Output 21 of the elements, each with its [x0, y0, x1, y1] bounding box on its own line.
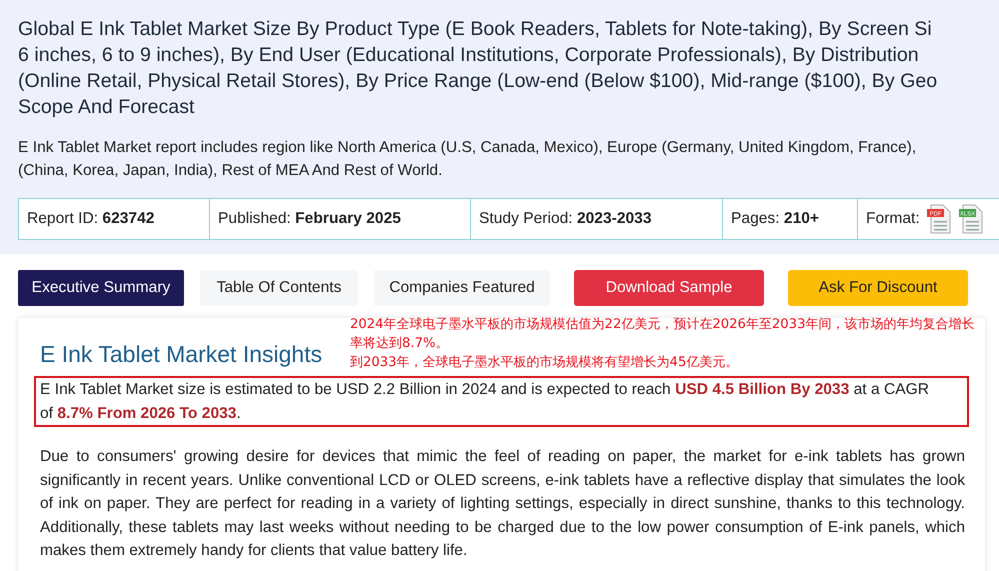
download-sample-button[interactable]: Download Sample: [574, 270, 764, 306]
annotation-text: 到2033年，全球电子墨水平板的市场规模将有望增长为45亿美元。: [350, 354, 740, 372]
section-tab[interactable]: Companies Featured: [374, 270, 550, 306]
section-tab[interactable]: Executive Summary: [18, 270, 184, 306]
report-description: E Ink Tablet Market report includes region like North America (U.S, Canada, Mexico), Europe (Germany, United Kingdom, France),: [18, 138, 918, 158]
info-item: Study Period: 2023-2033: [479, 210, 652, 228]
section-tab[interactable]: Table Of Contents: [200, 270, 358, 306]
info-item: Published: February 2025: [218, 210, 401, 228]
info-item: Report ID: 623742: [27, 210, 154, 228]
format-label: Format:: [866, 210, 920, 228]
page-title: (Online Retail, Physical Retail Stores), By Price Range (Low-end (Below $100), Mid-range ($100), By Geo: [18, 69, 938, 94]
page-title: Global E Ink Tablet Market Size By Product Type (E Book Readers, Tablets for Note-taking), By Screen Si: [18, 17, 933, 42]
body-paragraph: Due to consumers' growing desire for devices that mimic the feel of reading on paper, the market for e-ink tablets has grown significantly in recent years. Unlike conventional LCD or OLED screens, e-ink tablets have a reflective display that simulates the look of ink on paper. They are perfect for reading in a variety of lighting settings, especially in direct sunshine, thanks to this technology. Additionally, these tablets may last weeks without needing to be charged due to the low power consumption of E-ink panels, which makes them extremely handy for clients that value battery life.: [40, 447, 965, 561]
page-title: 6 inches, 6 to 9 inches), By End User (Educational Institutions, Corporate Professionals), By Distribution: [18, 43, 920, 68]
highlighted-summary: E Ink Tablet Market size is estimated to be USD 2.2 Billion in 2024 and is expected to reach USD 4.5 Billion By 2033 at a CAGR of 8.7% From 2026 To 2033.: [34, 376, 969, 427]
section-heading: E Ink Tablet Market Insights: [40, 340, 322, 368]
page-title: Scope And Forecast: [18, 95, 196, 120]
info-item: Pages: 210+: [731, 210, 820, 228]
annotation-text: 2024年全球电子墨水平板的市场规模估值为22亿美元，预计在2026年至2033年间，该市场的年均复合增长率将达到8.7%。: [350, 316, 975, 353]
discount-button[interactable]: Ask For Discount: [788, 270, 968, 306]
report-description: (China, Korea, Japan, India), Rest of MEA And Rest of World.: [18, 161, 444, 181]
